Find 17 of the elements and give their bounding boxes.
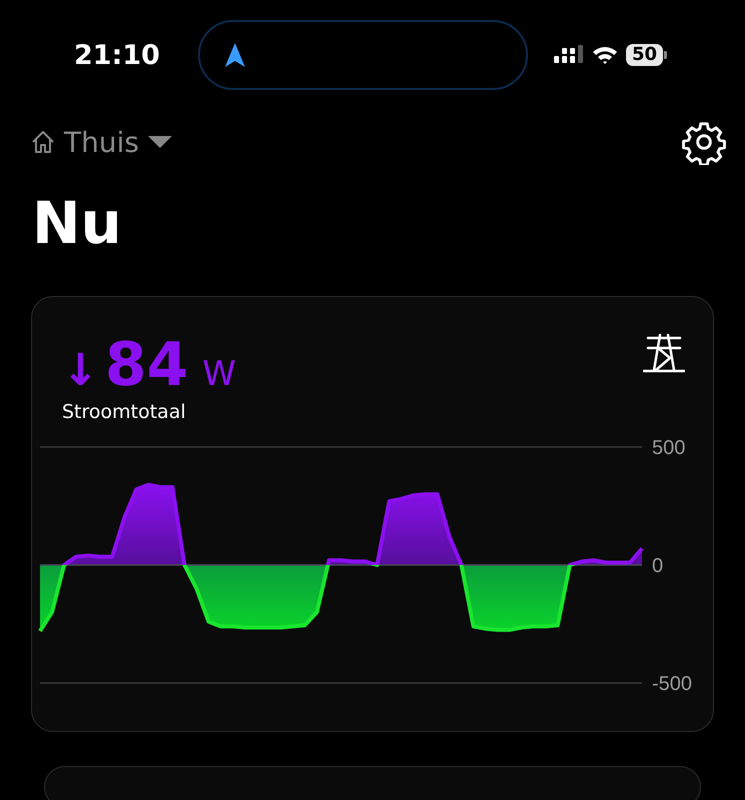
axis-label: -500 [652,673,692,695]
pylon-icon [643,333,685,373]
axis-label: 0 [652,555,664,577]
caret-icon [146,135,173,149]
direction-arrow: ↓ [62,345,99,396]
battery-level: 50 [626,44,664,66]
home-icon [30,129,56,155]
location-selector[interactable]: Thuis [30,126,173,158]
page-title: Nu [32,188,123,258]
signal-icon [554,45,584,65]
clock-time: 21:10 [74,40,161,70]
power-unit: W [202,354,236,394]
navigation-arrow-icon [224,42,246,68]
wifi-icon [592,45,618,65]
axis-label: 500 [652,437,686,459]
card-label: Stroomtotaal [62,401,187,423]
power-value: 84 [104,333,188,397]
